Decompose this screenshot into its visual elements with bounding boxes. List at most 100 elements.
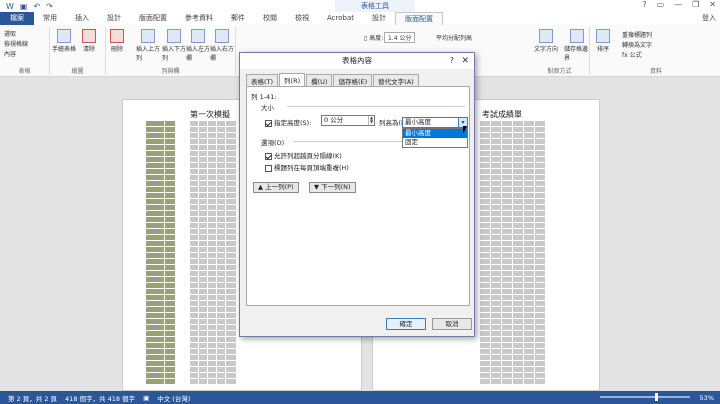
table-cell[interactable] [217, 373, 225, 378]
table-cell[interactable] [513, 175, 523, 180]
table-cell[interactable] [535, 379, 545, 384]
table-cell[interactable] [217, 199, 225, 204]
table-cell[interactable] [199, 127, 207, 132]
table-cell[interactable] [502, 367, 512, 372]
table-cell[interactable] [491, 133, 501, 138]
convert-to-text-button[interactable]: 轉換為文字 [622, 40, 652, 49]
table-cell[interactable] [502, 145, 512, 150]
table-cell[interactable] [513, 379, 523, 384]
table-cell[interactable] [535, 271, 545, 276]
table-cell[interactable] [480, 283, 490, 288]
row-height-field[interactable]: 0 公分 ▲ ▼ [321, 115, 375, 126]
table-cell[interactable] [502, 331, 512, 336]
table-cell[interactable] [524, 301, 534, 306]
table-cell[interactable] [480, 121, 490, 126]
table-cell[interactable] [190, 277, 198, 282]
table-cell[interactable] [146, 205, 164, 210]
dropdown-option-at-least[interactable]: 最小高度 [403, 129, 467, 138]
table-cell[interactable] [535, 229, 545, 234]
table-cell[interactable] [146, 247, 164, 252]
table-cell[interactable] [146, 181, 164, 186]
table-cell[interactable] [165, 187, 175, 192]
table-cell[interactable] [199, 319, 207, 324]
table-cell[interactable] [176, 307, 189, 312]
table-cell[interactable] [226, 283, 236, 288]
table-cell[interactable] [146, 199, 164, 204]
table-cell[interactable] [190, 259, 198, 264]
table-cell[interactable] [190, 133, 198, 138]
table-cell[interactable] [480, 139, 490, 144]
table-cell[interactable] [176, 163, 189, 168]
table-cell[interactable] [491, 361, 501, 366]
table-cell[interactable] [165, 235, 175, 240]
table-cell[interactable] [480, 277, 490, 282]
table-cell[interactable] [165, 181, 175, 186]
table-cell[interactable] [217, 337, 225, 342]
table-cell[interactable] [199, 217, 207, 222]
table-cell[interactable] [480, 301, 490, 306]
table-cell[interactable] [524, 229, 534, 234]
table-cell[interactable] [176, 157, 189, 162]
table-cell[interactable] [480, 181, 490, 186]
table-cell[interactable] [524, 157, 534, 162]
close-icon[interactable]: ✕ [709, 0, 716, 9]
table-cell[interactable] [480, 145, 490, 150]
table-cell[interactable] [217, 175, 225, 180]
undo-icon[interactable]: ↶ [33, 2, 40, 11]
table-cell[interactable] [165, 127, 175, 132]
table-cell[interactable] [217, 283, 225, 288]
table-cell[interactable] [165, 355, 175, 360]
table-cell[interactable] [146, 211, 164, 216]
table-cell[interactable] [146, 157, 164, 162]
redo-icon[interactable]: ↷ [46, 2, 53, 11]
table-cell[interactable] [176, 259, 189, 264]
table-cell[interactable] [146, 229, 164, 234]
table-cell[interactable] [513, 271, 523, 276]
table-cell[interactable] [480, 307, 490, 312]
table-cell[interactable] [491, 121, 501, 126]
table-cell[interactable] [524, 259, 534, 264]
table-cell[interactable] [480, 355, 490, 360]
table-cell[interactable] [217, 217, 225, 222]
tab-view[interactable]: 檢視 [286, 12, 318, 25]
table-cell[interactable] [491, 157, 501, 162]
table-cell[interactable] [165, 211, 175, 216]
table-cell[interactable] [513, 319, 523, 324]
table-cell[interactable] [513, 283, 523, 288]
table-cell[interactable] [513, 289, 523, 294]
table-cell[interactable] [208, 331, 216, 336]
table-cell[interactable] [217, 295, 225, 300]
table-cell[interactable] [524, 343, 534, 348]
table-cell[interactable] [199, 265, 207, 270]
table-cell[interactable] [535, 301, 545, 306]
table-cell[interactable] [524, 271, 534, 276]
table-cell[interactable] [176, 349, 189, 354]
table-cell[interactable] [208, 343, 216, 348]
table-cell[interactable] [502, 151, 512, 156]
table-cell[interactable] [190, 175, 198, 180]
table-cell[interactable] [176, 121, 189, 126]
table-cell[interactable] [535, 235, 545, 240]
table-cell[interactable] [208, 289, 216, 294]
table-cell[interactable] [502, 139, 512, 144]
table-cell[interactable] [524, 283, 534, 288]
table-cell[interactable] [199, 253, 207, 258]
table-cell[interactable] [226, 163, 236, 168]
table-cell[interactable] [190, 271, 198, 276]
table-cell[interactable] [190, 235, 198, 240]
table-cell[interactable] [491, 331, 501, 336]
table-cell[interactable] [491, 145, 501, 150]
table-cell[interactable] [226, 313, 236, 318]
table-cell[interactable] [226, 337, 236, 342]
table-cell[interactable] [176, 133, 189, 138]
table-cell[interactable] [165, 139, 175, 144]
table-cell[interactable] [146, 343, 164, 348]
table-cell[interactable] [217, 187, 225, 192]
table-cell[interactable] [226, 211, 236, 216]
table-cell[interactable] [199, 181, 207, 186]
table-cell[interactable] [524, 379, 534, 384]
table-cell[interactable] [165, 367, 175, 372]
table-cell[interactable] [535, 295, 545, 300]
table-cell[interactable] [491, 277, 501, 282]
tab-page-layout[interactable]: 版面配置 [130, 12, 176, 25]
